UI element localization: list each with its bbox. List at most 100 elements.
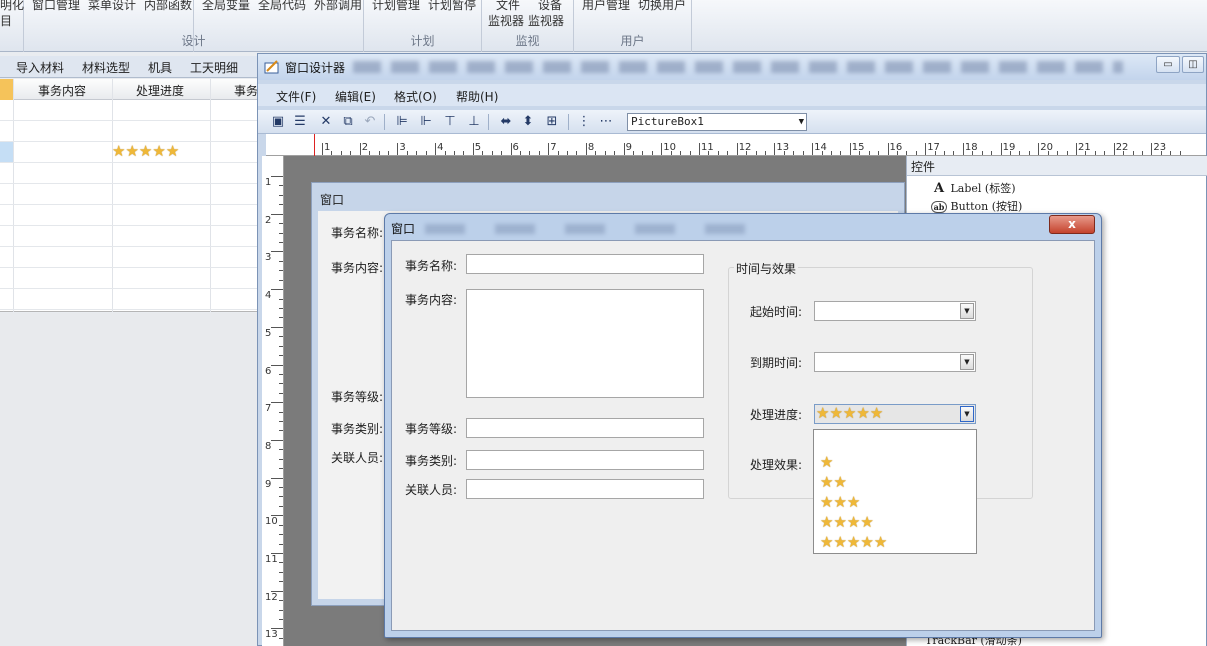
- task-content-textarea[interactable]: [466, 289, 704, 398]
- ribbon-window-manage[interactable]: 窗口管理: [32, 0, 80, 12]
- table-row[interactable]: ★★★★★: [0, 142, 260, 163]
- ribbon-file-monitor[interactable]: 监视器: [488, 14, 524, 28]
- ribbon-internal-func[interactable]: 内部函数: [144, 0, 192, 12]
- delete-icon[interactable]: ✕: [318, 114, 334, 130]
- bg-tab[interactable]: 导入材料: [16, 59, 64, 76]
- button-control-icon: ab: [931, 201, 947, 213]
- table-row[interactable]: [0, 121, 260, 142]
- same-width-icon[interactable]: ⬌: [498, 114, 514, 130]
- menu-file[interactable]: 文件(F): [276, 88, 316, 105]
- ribbon-item[interactable]: 目: [0, 14, 12, 28]
- form-preview-label[interactable]: 事务类别:: [331, 420, 383, 437]
- chevron-down-icon[interactable]: ▼: [960, 303, 974, 319]
- ruler-tick: [279, 383, 283, 385]
- vertical-spacing-icon[interactable]: ⋮: [576, 114, 592, 130]
- chevron-down-icon[interactable]: ▼: [960, 354, 974, 370]
- ribbon-switch-user[interactable]: 切换用户: [638, 0, 686, 12]
- table-row[interactable]: [0, 226, 260, 247]
- bg-tab[interactable]: 工天明细: [190, 59, 238, 76]
- ruler-tick: [271, 213, 283, 215]
- table-row[interactable]: [0, 163, 260, 184]
- bg-tab[interactable]: 材料选型: [82, 59, 130, 76]
- chevron-down-icon[interactable]: ▼: [960, 406, 974, 422]
- ribbon-menu-design[interactable]: 菜单设计: [88, 0, 136, 12]
- table-row[interactable]: [0, 247, 260, 268]
- progress-dropdown[interactable]: ★★★★★ ▼: [814, 404, 976, 424]
- ribbon-device-monitor[interactable]: 监视器: [528, 14, 564, 28]
- table-row[interactable]: [0, 289, 260, 310]
- ruler-number: 6: [265, 365, 272, 377]
- same-height-icon[interactable]: ⬍: [520, 114, 536, 130]
- star-icon: ★: [820, 533, 834, 551]
- ruler-tick: [279, 270, 283, 272]
- toolbox-item-button[interactable]: ab Button (按钮): [931, 198, 1022, 214]
- undo-icon[interactable]: ↶: [362, 114, 378, 130]
- table-row[interactable]: [0, 184, 260, 205]
- ruler-tick: [279, 392, 283, 394]
- ribbon-external-call[interactable]: 外部调用: [314, 0, 362, 12]
- task-name-input[interactable]: [466, 254, 704, 274]
- start-time-dropdown[interactable]: ▼: [814, 301, 976, 321]
- align-right-icon[interactable]: ⊩: [418, 114, 434, 130]
- align-left-icon[interactable]: ⊫: [394, 114, 410, 130]
- table-row[interactable]: [0, 268, 260, 289]
- designer-titlebar[interactable]: 窗口设计器 ▭ ◫: [258, 54, 1206, 80]
- ruler-tick: [279, 618, 283, 620]
- related-people-input[interactable]: [466, 479, 704, 499]
- form-preview-label[interactable]: 事务等级:: [331, 388, 383, 405]
- ribbon-user-manage[interactable]: 用户管理: [582, 0, 630, 12]
- form-preview-label[interactable]: 事务内容:: [331, 259, 383, 276]
- dropdown-option[interactable]: ★: [820, 454, 833, 472]
- designer-title-blur: [353, 61, 1123, 73]
- same-size-icon[interactable]: ⊞: [544, 114, 560, 130]
- minimize-button[interactable]: ▭: [1156, 56, 1180, 73]
- table-row[interactable]: [0, 100, 260, 121]
- ruler-number: 3: [399, 142, 406, 153]
- horizontal-spacing-icon[interactable]: ⋯: [598, 114, 614, 130]
- dropdown-option[interactable]: ★★★★: [820, 514, 874, 532]
- bg-tab[interactable]: 机具: [148, 59, 172, 76]
- dropdown-option[interactable]: ★★★: [820, 494, 860, 512]
- task-level-input[interactable]: [466, 418, 704, 438]
- bg-col-header[interactable]: 事务内容: [38, 82, 86, 99]
- menu-edit[interactable]: 编辑(E): [335, 88, 376, 105]
- align-top-icon[interactable]: ⊤: [442, 114, 458, 130]
- ribbon-device[interactable]: 设备: [538, 0, 562, 12]
- ruler-tick: [279, 496, 283, 498]
- ruler-number: 2: [265, 214, 272, 226]
- close-button[interactable]: x: [1049, 215, 1095, 234]
- dropdown-option[interactable]: ★★: [820, 474, 847, 492]
- form-preview-label[interactable]: 事务名称:: [331, 224, 383, 241]
- due-time-dropdown[interactable]: ▼: [814, 352, 976, 372]
- properties-icon[interactable]: ☰: [292, 114, 308, 130]
- ribbon-global-code[interactable]: 全局代码: [258, 0, 306, 12]
- table-row[interactable]: [0, 205, 260, 226]
- dropdown-option[interactable]: ★★★★★: [820, 534, 887, 552]
- ruler-tick: [453, 151, 455, 155]
- ruler-tick: [1076, 143, 1077, 155]
- copy-icon[interactable]: ⧉: [340, 114, 356, 130]
- ribbon-plan-pause[interactable]: 计划暂停: [428, 0, 476, 12]
- ribbon-plan-manage[interactable]: 计划管理: [372, 0, 420, 12]
- ruler-tick: [689, 151, 691, 155]
- ribbon-item[interactable]: 明化: [0, 0, 24, 12]
- task-category-input[interactable]: [466, 450, 704, 470]
- toolbox-item-label[interactable]: A Label (标签): [931, 180, 1016, 196]
- save-icon[interactable]: ▣: [270, 114, 286, 130]
- object-selector[interactable]: PictureBox1 ▼: [627, 113, 807, 131]
- ribbon-file[interactable]: 文件: [496, 0, 520, 12]
- ribbon-global-var[interactable]: 全局变量: [202, 0, 250, 12]
- star-icon: ★: [112, 142, 126, 160]
- ruler-tick: [279, 571, 283, 573]
- ribbon-group-label: 设计: [181, 34, 206, 48]
- progress-dropdown-list[interactable]: ★ ★★ ★★★ ★★★★ ★★★★★: [813, 429, 977, 554]
- menu-format[interactable]: 格式(O): [394, 88, 437, 105]
- menu-help[interactable]: 帮助(H): [456, 88, 498, 105]
- bg-col-header[interactable]: 处理进度: [136, 82, 184, 99]
- bg-col-header[interactable]: 事务: [234, 82, 258, 99]
- star-icon: ★: [846, 493, 861, 511]
- form-preview-label[interactable]: 关联人员:: [331, 449, 383, 466]
- align-bottom-icon[interactable]: ⊥: [466, 114, 482, 130]
- chevron-down-icon[interactable]: ▼: [799, 114, 804, 130]
- maximize-button[interactable]: ◫: [1182, 56, 1204, 73]
